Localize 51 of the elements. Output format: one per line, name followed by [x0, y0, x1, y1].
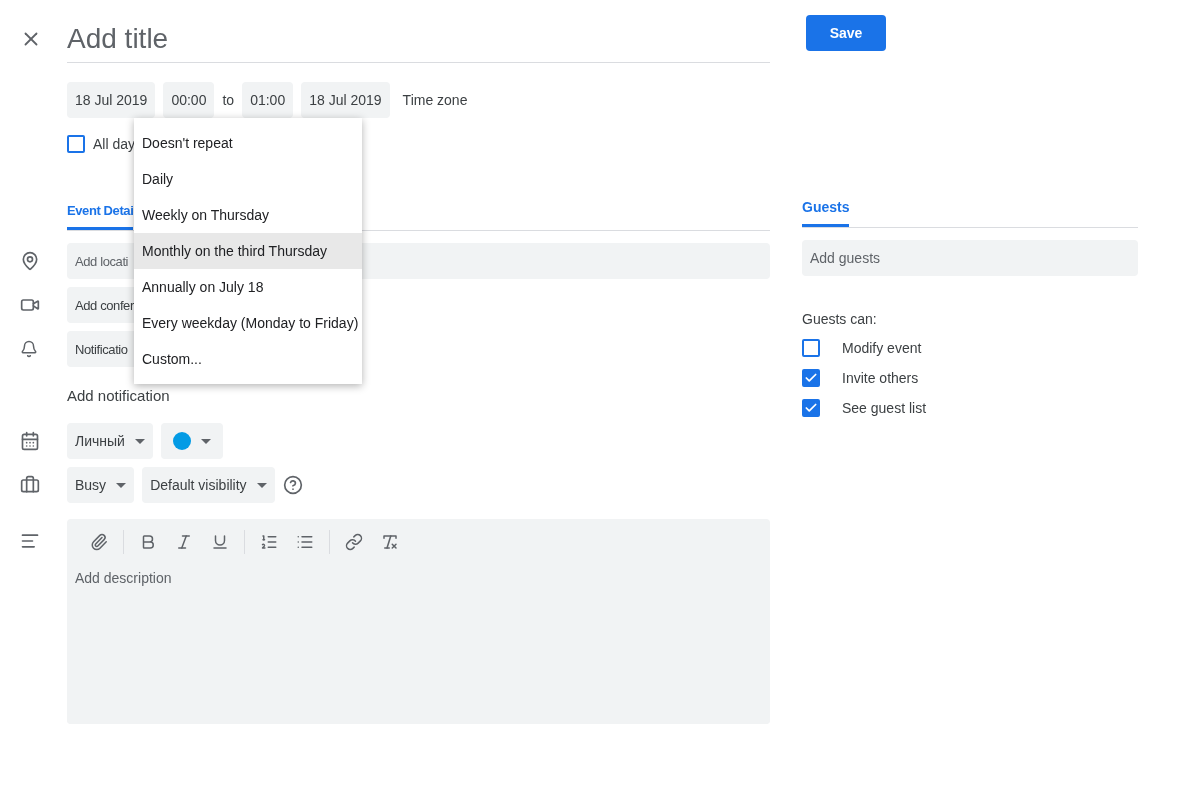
italic-icon: [175, 533, 193, 551]
bell-icon: [20, 340, 38, 358]
caret-icon: [200, 438, 211, 444]
link-icon: [345, 533, 363, 551]
description-editor[interactable]: Add description: [67, 519, 770, 724]
guests-can-label: Guests can:: [802, 311, 877, 327]
permission-label: See guest list: [842, 400, 927, 416]
numbered-list-icon: [260, 533, 278, 551]
to-label: to: [222, 92, 235, 108]
permission-checkbox[interactable]: [802, 339, 820, 357]
help-icon[interactable]: [282, 475, 303, 495]
add-notification-link[interactable]: Add notification: [67, 386, 170, 404]
caret-icon: [116, 482, 127, 488]
menu-item[interactable]: Custom...: [134, 341, 362, 377]
menu-item[interactable]: Daily: [134, 161, 362, 197]
title-field[interactable]: Add title: [67, 15, 770, 63]
time-zone-link[interactable]: Time zone: [402, 92, 468, 108]
guests-tab[interactable]: Guests: [802, 195, 850, 227]
all-day-checkbox[interactable]: [67, 135, 85, 153]
start-time-field[interactable]: 00:00: [163, 82, 215, 118]
save-button[interactable]: Save: [806, 15, 886, 51]
checkmark-icon: [804, 401, 818, 415]
caret-icon: [256, 482, 267, 488]
location-pin-icon: [20, 251, 40, 271]
end-date-field[interactable]: 18 Jul 2019: [301, 82, 390, 118]
description-icon: [20, 531, 40, 551]
caret-icon: [134, 438, 145, 444]
underline-icon: [211, 533, 229, 551]
permission-checkbox[interactable]: [802, 369, 820, 387]
permission-label: Invite others: [842, 370, 919, 386]
permission-checkbox[interactable]: [802, 399, 820, 417]
permission-label: Modify event: [842, 340, 922, 356]
menu-item[interactable]: Doesn't repeat: [134, 125, 362, 161]
visibility-select[interactable]: Default visibility: [142, 467, 275, 503]
all-day-label: All day: [93, 136, 136, 152]
calendar-icon: [20, 431, 40, 451]
menu-item[interactable]: Annually on July 18: [134, 269, 362, 305]
menu-item[interactable]: Weekly on Thursday: [134, 197, 362, 233]
calendar-select[interactable]: Личный: [67, 423, 153, 459]
color-select[interactable]: [160, 423, 223, 459]
checkmark-icon: [804, 371, 818, 385]
menu-item[interactable]: Every weekday (Monday to Friday): [134, 305, 362, 341]
menu-item[interactable]: Monthly on the third Thursday: [134, 233, 362, 269]
paperclip-icon: [90, 533, 108, 551]
start-date-field[interactable]: 18 Jul 2019: [67, 82, 156, 118]
end-time-field[interactable]: 01:00: [242, 82, 294, 118]
availability-select[interactable]: Busy: [67, 467, 135, 503]
add-guests-field[interactable]: Add guests: [802, 240, 1138, 276]
clear-formatting-icon: [381, 533, 399, 551]
bullet-list-icon: [296, 533, 314, 551]
briefcase-icon: [20, 475, 40, 495]
